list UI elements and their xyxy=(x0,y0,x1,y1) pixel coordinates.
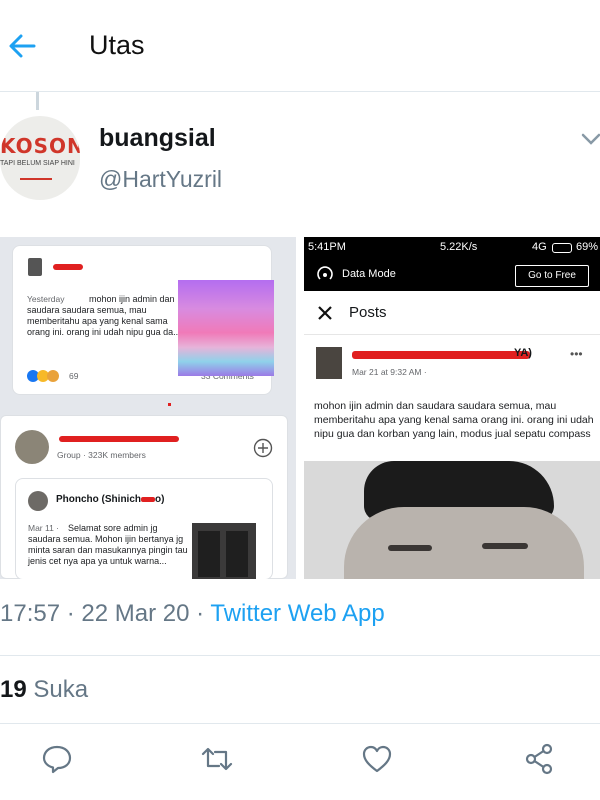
meta-separator: · xyxy=(196,600,205,627)
avatar-title: KOSONG xyxy=(0,134,80,158)
battery-percent: 69% xyxy=(576,241,599,253)
tweet-time: 17:57 xyxy=(0,600,61,627)
like-icon[interactable] xyxy=(360,742,394,776)
status-network: 4G xyxy=(532,241,547,253)
meta-separator: · xyxy=(66,600,75,627)
likes-label: Suka xyxy=(33,676,89,703)
redaction-mark xyxy=(352,351,530,359)
likes-number: 19 xyxy=(0,676,27,703)
avatar-subtitle: TAPI BELUM SIAP HINI xyxy=(0,160,75,167)
media-image-left[interactable]: Yesterday mohon ijin admin dan saudara s… xyxy=(0,237,296,579)
post-avatar xyxy=(28,491,48,511)
post-text: mohon ijin admin dan saudara saudara sem… xyxy=(27,294,181,337)
divider xyxy=(0,91,600,92)
group-card: Group · 323K members Phoncho (Shinich o) … xyxy=(0,415,288,579)
app-header: Utas xyxy=(0,0,600,92)
reply-icon[interactable] xyxy=(40,742,74,776)
post-photo xyxy=(304,461,600,579)
reaction-count: 69 xyxy=(69,371,79,381)
group-members: Group · 323K members xyxy=(57,450,146,460)
post-avatar xyxy=(316,347,342,379)
tweet-source-link[interactable]: Twitter Web App xyxy=(210,600,384,627)
posts-header: Posts xyxy=(304,291,600,335)
display-name[interactable]: buangsial xyxy=(99,124,216,153)
avatar[interactable]: KOSONG TAPI BELUM SIAP HINI xyxy=(0,116,80,200)
redaction-mark xyxy=(59,436,179,442)
post-text: Selamat sore admin jg saudara semua. Moh… xyxy=(28,523,188,566)
go-to-free-button[interactable]: Go to Free xyxy=(515,265,589,287)
status-speed: 5.22K/s xyxy=(440,241,478,253)
phone-status-bar: 5:41PM 5.22K/s 4G 69% xyxy=(304,237,600,259)
close-icon[interactable] xyxy=(318,306,332,320)
group-avatar xyxy=(15,430,49,464)
thread-line xyxy=(36,92,39,110)
post-time: Mar 21 at 9:32 AM · xyxy=(352,367,427,377)
post-card: Yesterday mohon ijin admin dan saudara s… xyxy=(12,245,274,395)
post-text: mohon ijin admin dan saudara saudara sem… xyxy=(314,400,594,440)
data-mode-bar: Data Mode Go to Free xyxy=(304,259,600,291)
post-avatar xyxy=(28,258,42,276)
media-image-right[interactable]: 5:41PM 5.22K/s 4G 69% Data Mode Go to Fr… xyxy=(304,237,600,579)
data-mode-label: Data Mode xyxy=(342,268,396,280)
likes-count[interactable]: 19 Suka xyxy=(0,676,88,704)
post-card: Phoncho (Shinich o) Mar 11 · Selamat sore… xyxy=(15,478,273,579)
broadcast-icon xyxy=(317,266,333,280)
user-handle[interactable]: @HartYuzril xyxy=(99,166,222,193)
tweet-metadata: 17:57 · 22 Mar 20 · Twitter Web App xyxy=(0,600,385,628)
redaction-mark xyxy=(53,264,83,270)
status-time: 5:41PM xyxy=(308,241,346,253)
posts-title: Posts xyxy=(349,304,387,321)
page-dot xyxy=(168,403,171,406)
divider xyxy=(0,655,600,656)
battery-icon xyxy=(552,243,572,253)
tweet-date: 22 Mar 20 xyxy=(81,600,190,627)
retweet-icon[interactable] xyxy=(200,742,234,776)
share-icon[interactable] xyxy=(522,742,556,776)
avatar-underline xyxy=(20,178,52,180)
tweet-actions xyxy=(0,742,600,782)
post-author-end: YA) xyxy=(514,347,532,359)
more-icon[interactable]: ••• xyxy=(570,347,583,361)
add-circle-icon xyxy=(253,438,273,458)
post-author: Phoncho (Shinich o) xyxy=(56,494,165,505)
post-photo xyxy=(192,523,256,579)
arrow-left-icon[interactable] xyxy=(4,28,40,64)
reaction-icons xyxy=(27,370,61,382)
glitched-image xyxy=(178,280,274,376)
page-title: Utas xyxy=(89,30,145,60)
chevron-down-icon[interactable] xyxy=(580,128,600,150)
tweet-media[interactable]: Yesterday mohon ijin admin dan saudara s… xyxy=(0,237,600,579)
divider xyxy=(0,723,600,724)
